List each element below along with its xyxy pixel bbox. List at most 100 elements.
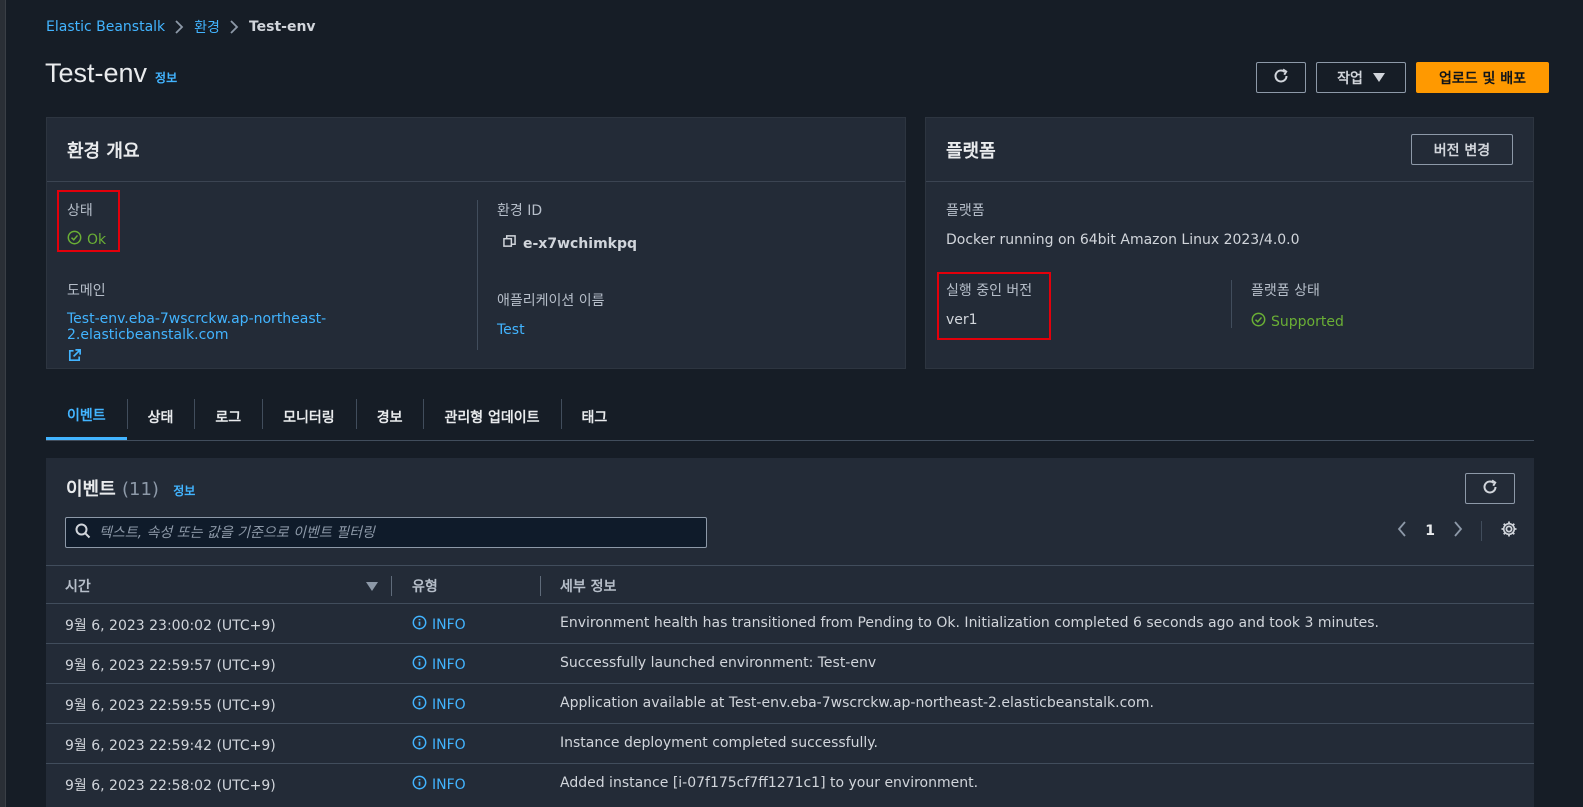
event-time: 9월 6, 2023 23:00:02 (UTC+9) — [65, 618, 276, 634]
event-type-text: INFO — [432, 736, 466, 753]
panel-header: 플랫폼 버전 변경 — [926, 118, 1533, 182]
page-header: Test-env 정보 — [45, 58, 177, 89]
table-row: 9월 6, 2023 22:59:57 (UTC+9) INFO Success… — [46, 644, 1534, 684]
table-row: 9월 6, 2023 22:59:55 (UTC+9) INFO Applica… — [46, 684, 1534, 724]
info-circle-icon — [412, 735, 427, 754]
info-circle-icon — [412, 775, 427, 794]
events-table-header: 시간 유형 세부 정보 — [46, 565, 1534, 604]
breadcrumb: Elastic Beanstalk 환경 Test-env — [46, 17, 316, 37]
refresh-icon — [1481, 478, 1499, 500]
window-edge — [0, 0, 6, 807]
external-link-icon[interactable] — [67, 348, 82, 367]
domain-field: 도메인 Test-env.eba-7wscrckw.ap-northeast-2… — [67, 280, 467, 367]
platform-value: Docker running on 64bit Amazon Linux 202… — [946, 232, 1300, 248]
tab-alarms[interactable]: 경보 — [355, 393, 424, 440]
info-circle-icon — [412, 615, 427, 634]
event-type-text: INFO — [432, 696, 466, 713]
panel-title: 환경 개요 — [67, 140, 140, 162]
tab-bar: 이벤트 상태 로그 모니터링 경보 관리형 업데이트 태그 — [46, 393, 1534, 441]
events-panel: 이벤트 (11) 정보 1 시간 유형 세부 정보 — [46, 458, 1534, 807]
actions-dropdown-button[interactable]: 작업 — [1316, 62, 1406, 93]
tab-logs[interactable]: 로그 — [194, 393, 262, 440]
search-icon — [75, 523, 91, 543]
platform-state-label: 플랫폼 상태 — [1251, 283, 1320, 299]
event-time: 9월 6, 2023 22:59:42 (UTC+9) — [65, 738, 276, 754]
actions-label: 작업 — [1337, 70, 1363, 87]
header-actions: 작업 업로드 및 배포 — [1256, 62, 1549, 93]
column-type[interactable]: 유형 — [412, 576, 438, 596]
events-info-link[interactable]: 정보 — [173, 484, 195, 498]
table-row: 9월 6, 2023 22:58:02 (UTC+9) INFO Added i… — [46, 764, 1534, 804]
breadcrumb-environments[interactable]: 환경 — [194, 17, 220, 37]
search-input[interactable] — [99, 524, 689, 541]
events-title: 이벤트 (11) 정보 — [66, 475, 195, 501]
app-name-link[interactable]: Test — [497, 322, 605, 338]
table-row: 9월 6, 2023 22:59:42 (UTC+9) INFO Instanc… — [46, 724, 1534, 764]
tab-events[interactable]: 이벤트 — [46, 393, 127, 440]
panel-header: 환경 개요 — [47, 118, 905, 182]
domain-link[interactable]: Test-env.eba-7wscrckw.ap-northeast-2.ela… — [67, 311, 467, 343]
events-title-text: 이벤트 — [66, 479, 116, 500]
highlight-box-running-version — [937, 272, 1051, 340]
tab-monitoring[interactable]: 모니터링 — [262, 393, 356, 440]
refresh-button[interactable] — [1256, 62, 1306, 93]
chevron-right-icon[interactable] — [1453, 521, 1463, 541]
domain-label: 도메인 — [67, 283, 106, 299]
event-type: INFO — [412, 695, 466, 714]
upload-deploy-button[interactable]: 업로드 및 배포 — [1416, 62, 1549, 93]
column-divider — [1231, 280, 1232, 328]
env-id-label: 환경 ID — [497, 203, 543, 219]
event-type-text: INFO — [432, 656, 466, 673]
column-divider — [477, 200, 478, 350]
chevron-left-icon[interactable] — [1397, 521, 1407, 541]
event-type-text: INFO — [432, 776, 466, 793]
pager-divider — [1481, 521, 1482, 541]
column-divider — [540, 576, 541, 596]
platform-state-text: Supported — [1271, 313, 1344, 330]
event-detail: Instance deployment completed successful… — [560, 735, 879, 751]
env-id-text: e-x7wchimkpq — [523, 235, 638, 252]
event-type: INFO — [412, 615, 466, 634]
env-id-field: 환경 ID e-x7wchimkpq — [497, 200, 637, 252]
environment-overview-panel: 환경 개요 상태 Ok 도메인 Test-env.eba-7wscrckw.ap… — [46, 117, 906, 369]
info-link[interactable]: 정보 — [155, 69, 177, 86]
tab-tags[interactable]: 태그 — [560, 393, 629, 440]
column-time[interactable]: 시간 — [65, 576, 91, 596]
page-number[interactable]: 1 — [1425, 523, 1435, 539]
event-type: INFO — [412, 735, 466, 754]
change-version-button[interactable]: 버전 변경 — [1411, 134, 1513, 165]
env-id-value: e-x7wchimkpq — [503, 235, 637, 252]
events-count: (11) — [121, 479, 159, 500]
refresh-icon — [1272, 67, 1290, 89]
table-row: 9월 6, 2023 23:00:02 (UTC+9) INFO Environ… — [46, 604, 1534, 644]
event-time: 9월 6, 2023 22:59:57 (UTC+9) — [65, 658, 276, 674]
platform-state-field: 플랫폼 상태 Supported — [1251, 280, 1344, 331]
chevron-right-icon — [230, 20, 239, 34]
upload-deploy-label: 업로드 및 배포 — [1438, 70, 1527, 87]
platform-label: 플랫폼 — [946, 203, 985, 219]
sort-descending-icon[interactable] — [366, 580, 378, 596]
breadcrumb-current: Test-env — [248, 19, 316, 35]
event-type: INFO — [412, 775, 466, 794]
gear-icon[interactable] — [1500, 520, 1518, 542]
copy-icon[interactable] — [503, 235, 516, 252]
panel-title: 플랫폼 — [946, 140, 996, 162]
tab-managed-updates[interactable]: 관리형 업데이트 — [423, 393, 560, 440]
platform-field: 플랫폼 Docker running on 64bit Amazon Linux… — [946, 200, 1300, 248]
event-detail: Application available at Test-env.eba-7w… — [560, 695, 1154, 711]
tab-health[interactable]: 상태 — [126, 393, 195, 440]
event-time: 9월 6, 2023 22:58:02 (UTC+9) — [65, 778, 276, 794]
breadcrumb-elastic-beanstalk[interactable]: Elastic Beanstalk — [46, 19, 165, 35]
highlight-box-status — [57, 190, 120, 252]
events-refresh-button[interactable] — [1465, 473, 1515, 504]
event-time: 9월 6, 2023 22:59:55 (UTC+9) — [65, 698, 276, 714]
app-name-label: 애플리케이션 이름 — [497, 293, 605, 309]
event-detail: Environment health has transitioned from… — [560, 615, 1379, 631]
info-circle-icon — [412, 655, 427, 674]
check-circle-icon — [1251, 312, 1266, 331]
column-detail[interactable]: 세부 정보 — [560, 576, 616, 596]
page-title: Test-env — [45, 58, 148, 88]
platform-state-value: Supported — [1251, 312, 1344, 331]
chevron-right-icon — [175, 20, 184, 34]
column-divider — [391, 576, 392, 596]
